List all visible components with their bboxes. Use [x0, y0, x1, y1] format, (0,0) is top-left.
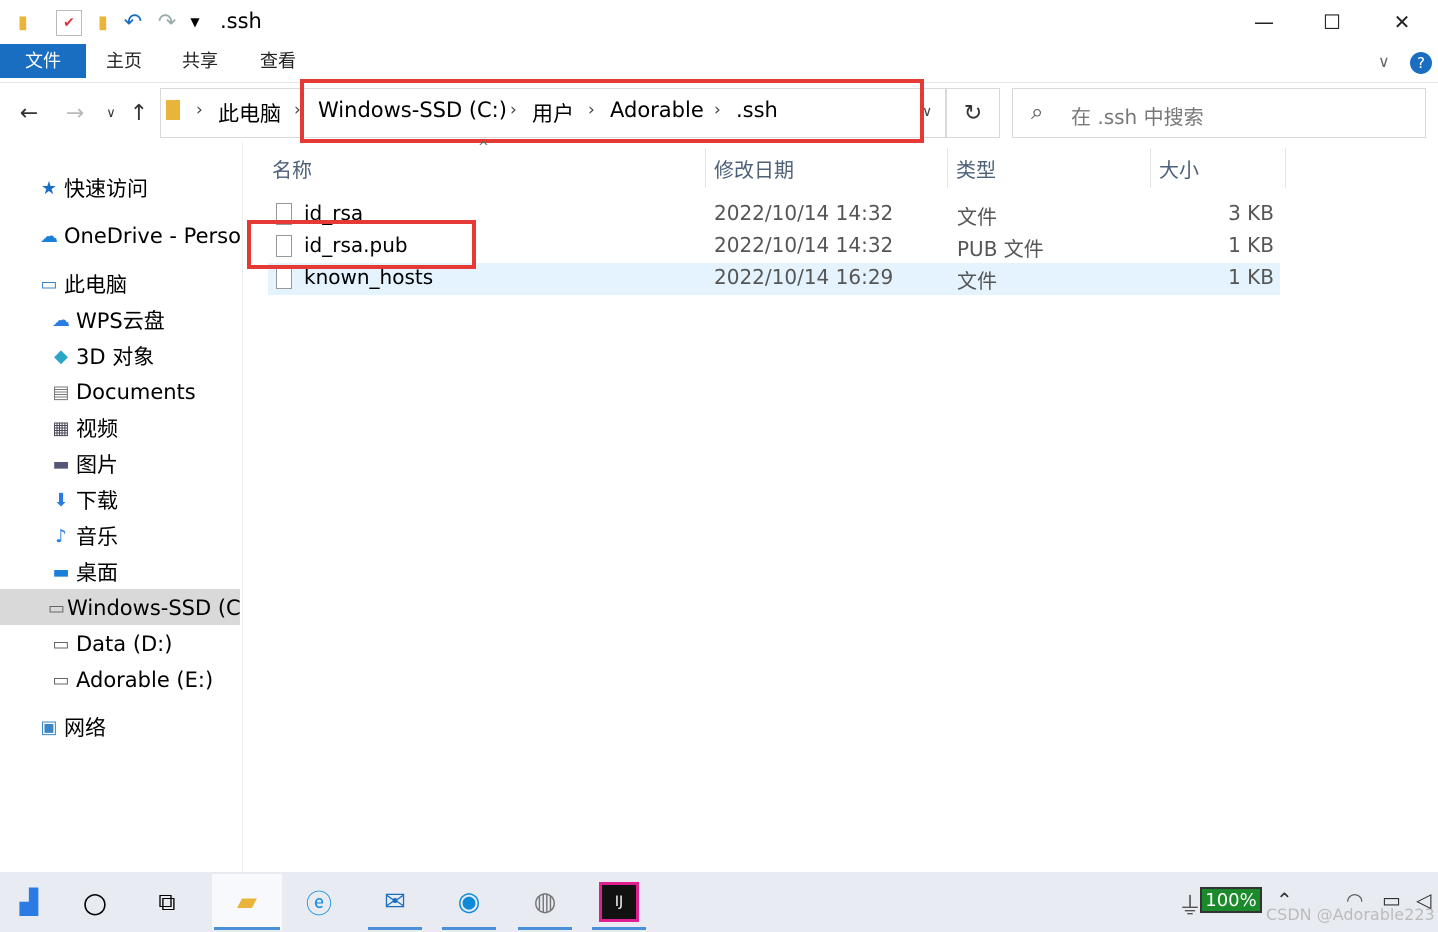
column-date[interactable]: 修改日期	[714, 154, 794, 183]
column-separator[interactable]	[1285, 148, 1286, 188]
file-type: PUB 文件	[957, 237, 1044, 261]
cube-icon: ◆	[54, 345, 68, 367]
file-date: 2022/10/14 14:32	[714, 201, 894, 225]
picture-icon: ▬	[52, 453, 70, 475]
ie-icon[interactable]: ⓔ	[290, 874, 348, 930]
nav-downloads[interactable]: ⬇ 下载	[48, 485, 118, 515]
nav-3d-objects[interactable]: ◆ 3D 对象	[48, 341, 154, 371]
column-size[interactable]: 大小	[1159, 154, 1199, 183]
document-icon: ▤	[52, 381, 70, 403]
search-input[interactable]: 在 .ssh 中搜索	[1071, 101, 1204, 130]
nav-videos[interactable]: ▦ 视频	[48, 413, 118, 443]
download-icon: ⬇	[53, 489, 69, 511]
active-indicator	[442, 927, 496, 930]
search-circle-icon[interactable]: ○	[66, 874, 124, 930]
nav-quick-access[interactable]: ★ 快速访问	[36, 173, 148, 203]
breadcrumb-separator[interactable]: ›	[196, 100, 203, 120]
drive-icon: ▭	[48, 597, 66, 619]
nav-drive-d[interactable]: ▭ Data (D:)	[48, 629, 172, 659]
redo-icon[interactable]: ↷	[156, 10, 178, 35]
column-name[interactable]: 名称	[272, 154, 312, 183]
search-icon: ⌕	[1031, 100, 1044, 125]
column-separator[interactable]	[1150, 148, 1151, 188]
file-type: 文件	[957, 269, 997, 293]
forward-icon[interactable]: →	[60, 96, 90, 130]
refresh-icon[interactable]: ↻	[946, 88, 1000, 138]
desktop-icon: ▬	[52, 561, 70, 583]
file-size: 1 KB	[1228, 233, 1274, 257]
nav-pictures[interactable]: ▬ 图片	[48, 449, 118, 479]
active-indicator	[214, 927, 280, 930]
nav-drive-c[interactable]: ▭ Windows-SSD (C	[48, 593, 240, 623]
close-icon[interactable]: ✕	[1382, 8, 1422, 36]
file-icon	[276, 267, 292, 289]
up-icon[interactable]: ↑	[124, 96, 154, 130]
tab-view[interactable]: 查看	[250, 44, 306, 78]
ribbon-tabs: 文件 主页 共享 查看 ∨ ?	[0, 44, 1438, 83]
column-type[interactable]: 类型	[956, 154, 996, 183]
new-folder-icon[interactable]: ▮	[92, 10, 114, 34]
computer-icon: ▭	[40, 273, 58, 295]
file-date: 2022/10/14 14:32	[714, 233, 894, 257]
folder-icon: ▮	[18, 11, 28, 33]
music-icon: ♪	[55, 525, 67, 547]
active-indicator	[368, 927, 422, 930]
cloud-icon: ☁	[52, 309, 70, 331]
expand-ribbon-icon[interactable]: ∨	[1378, 52, 1390, 71]
sort-ascending-icon: ^	[478, 140, 489, 155]
nav-music[interactable]: ♪ 音乐	[48, 521, 118, 551]
network-icon: ▣	[40, 716, 58, 738]
intellij-icon[interactable]: IJ	[590, 874, 648, 930]
watermark: CSDN @Adorable223	[1266, 905, 1435, 924]
address-folder-icon	[166, 100, 180, 120]
search-box[interactable]: ⌕ 在 .ssh 中搜索	[1012, 88, 1426, 138]
battery-indicator[interactable]: 100%	[1200, 887, 1262, 913]
file-date: 2022/10/14 16:29	[714, 265, 894, 289]
title-bar: ▮ ✔ ▮ ↶ ↷ ▼ .ssh — ☐ ✕	[0, 0, 1438, 44]
recent-locations-icon[interactable]: ∨	[96, 96, 126, 130]
edge-icon[interactable]: ◉	[440, 874, 498, 930]
photo-app-icon[interactable]: ◍	[516, 874, 574, 930]
tab-share[interactable]: 共享	[172, 44, 228, 78]
star-icon: ★	[40, 177, 58, 199]
power-plug-icon: ⏚	[1178, 892, 1202, 920]
pane-divider[interactable]	[242, 142, 243, 872]
task-view-icon[interactable]: ⧉	[138, 874, 196, 930]
nav-drive-e[interactable]: ▭ Adorable (E:)	[48, 665, 213, 695]
customize-dropdown-icon[interactable]: ▼	[184, 10, 206, 34]
properties-icon[interactable]: ✔	[56, 10, 82, 36]
file-size: 1 KB	[1228, 265, 1274, 289]
nav-onedrive[interactable]: ☁ OneDrive - Perso	[36, 221, 241, 251]
mail-icon[interactable]: ✉	[366, 874, 424, 930]
nav-documents[interactable]: ▤ Documents	[48, 377, 195, 407]
address-highlight-box	[300, 79, 924, 143]
file-type: 文件	[957, 205, 997, 229]
nav-wps-cloud[interactable]: ☁ WPS云盘	[48, 305, 165, 335]
column-separator[interactable]	[947, 148, 948, 188]
active-indicator	[592, 927, 646, 930]
intellij-logo: IJ	[599, 882, 639, 922]
file-highlight-box	[247, 220, 476, 269]
drive-icon: ▭	[52, 669, 70, 691]
film-icon: ▦	[52, 417, 70, 439]
file-explorer-icon[interactable]: ▰	[212, 874, 282, 930]
back-icon[interactable]: ←	[14, 96, 44, 130]
maximize-icon[interactable]: ☐	[1312, 8, 1352, 36]
undo-icon[interactable]: ↶	[122, 10, 144, 35]
help-icon[interactable]: ?	[1410, 52, 1432, 74]
nav-network[interactable]: ▣ 网络	[36, 712, 106, 742]
onedrive-cloud-icon: ☁	[40, 225, 58, 247]
tab-file[interactable]: 文件	[0, 44, 86, 78]
column-separator[interactable]	[705, 148, 706, 188]
tab-home[interactable]: 主页	[96, 44, 152, 78]
breadcrumb-this-pc[interactable]: 此电脑	[218, 98, 281, 128]
nav-this-pc[interactable]: ▭ 此电脑	[36, 269, 127, 299]
nav-desktop[interactable]: ▬ 桌面	[48, 557, 118, 587]
start-icon[interactable]: ▟	[0, 874, 58, 930]
active-indicator	[518, 927, 572, 930]
file-size: 3 KB	[1228, 201, 1274, 225]
drive-icon: ▭	[52, 633, 70, 655]
minimize-icon[interactable]: —	[1244, 8, 1284, 36]
window-title: .ssh	[220, 9, 262, 33]
